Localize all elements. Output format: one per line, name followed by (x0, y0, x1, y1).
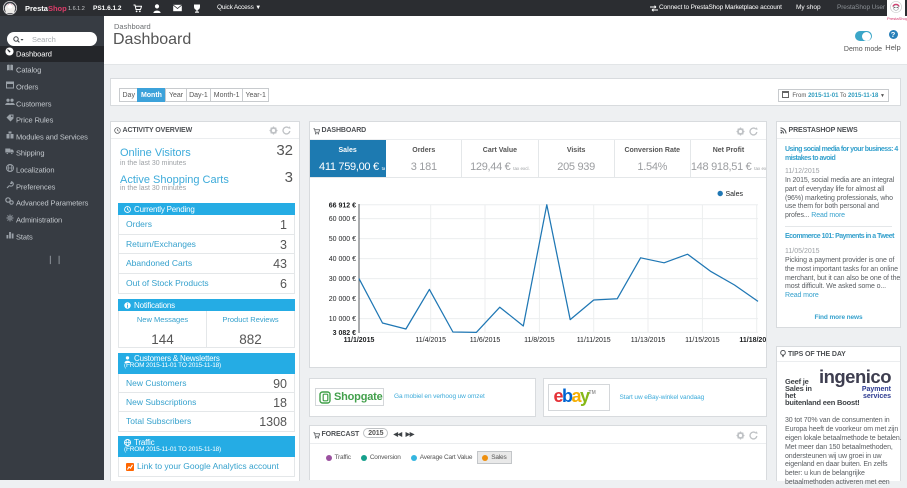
svg-text:11/6/2015: 11/6/2015 (470, 337, 501, 344)
svg-text:11/18/2015: 11/18/2015 (739, 337, 766, 344)
svg-text:3 082 €: 3 082 € (333, 330, 356, 337)
svg-text:11/4/2015: 11/4/2015 (415, 337, 446, 344)
svg-text:11/15/2015: 11/15/2015 (685, 337, 720, 344)
svg-text:11/13/2015: 11/13/2015 (631, 337, 666, 344)
svg-text:60 000 €: 60 000 € (329, 216, 356, 223)
svg-text:11/11/2015: 11/11/2015 (577, 337, 611, 344)
svg-text:11/8/2015: 11/8/2015 (524, 337, 555, 344)
svg-text:66 912 €: 66 912 € (329, 202, 356, 209)
svg-text:40 000 €: 40 000 € (329, 256, 356, 263)
svg-text:50 000 €: 50 000 € (329, 236, 356, 243)
svg-text:30 000 €: 30 000 € (329, 276, 356, 283)
svg-text:10 000 €: 10 000 € (329, 316, 356, 323)
svg-text:Sales: Sales (726, 191, 744, 198)
svg-text:11/1/2015: 11/1/2015 (344, 337, 375, 344)
svg-text:20 000 €: 20 000 € (329, 296, 356, 303)
